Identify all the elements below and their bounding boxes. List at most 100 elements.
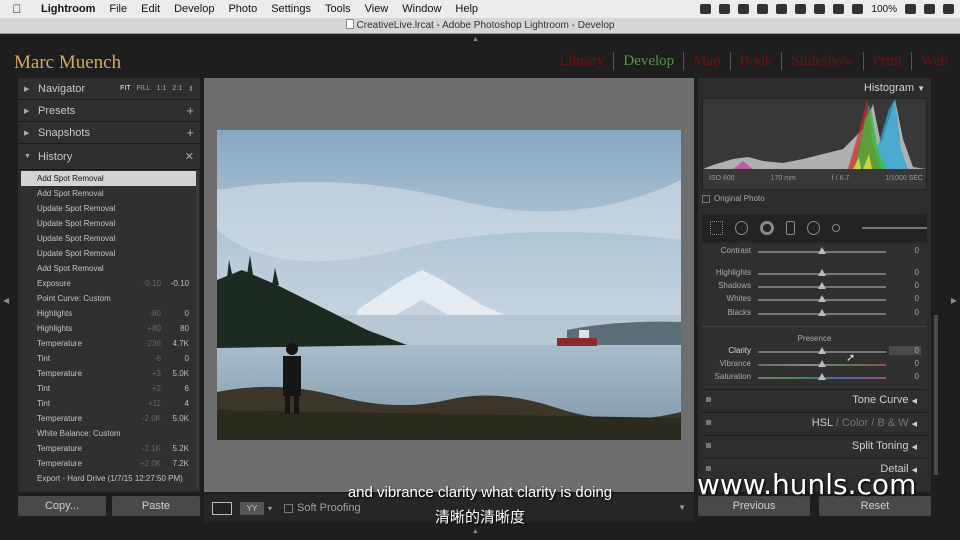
top-panel-toggle-icon[interactable]: ▲: [472, 36, 479, 43]
whites-slider[interactable]: [758, 295, 886, 302]
radial-filter-tool-icon[interactable]: [807, 221, 821, 235]
saturation-slider[interactable]: [758, 373, 886, 380]
search-icon[interactable]: [924, 4, 935, 14]
add-preset-icon[interactable]: +: [186, 103, 194, 118]
menu-file[interactable]: File: [102, 3, 134, 15]
history-item[interactable]: Temperature -236 4.7K: [21, 336, 197, 351]
volume-icon[interactable]: [852, 4, 864, 14]
left-panel-toggle-icon[interactable]: ◀: [3, 296, 9, 305]
spot-removal-tool-icon[interactable]: [735, 221, 749, 235]
menu-app[interactable]: Lightroom: [34, 3, 102, 15]
hsl-header[interactable]: HSL / Color / B & W ◀: [702, 412, 927, 432]
highlights-slider[interactable]: [758, 269, 886, 276]
blacks-slider-knob[interactable]: [818, 309, 826, 316]
history-item[interactable]: Temperature -2.1K 5.2K: [21, 441, 197, 456]
tool-amount-slider[interactable]: [861, 227, 927, 229]
whites-slider-knob[interactable]: [818, 295, 826, 302]
history-item[interactable]: Temperature -2.0K 5.0K: [21, 411, 197, 426]
panel-switch-icon[interactable]: [706, 397, 711, 402]
wifi-icon[interactable]: [833, 4, 845, 14]
menu-settings[interactable]: Settings: [264, 3, 318, 15]
menu-window[interactable]: Window: [395, 3, 448, 15]
hsl-tab[interactable]: HSL: [812, 417, 833, 429]
saturation-slider-knob[interactable]: [818, 373, 826, 380]
contrast-slider[interactable]: [758, 247, 886, 254]
screen-icon[interactable]: [757, 4, 769, 14]
history-item[interactable]: Highlights +80 80: [21, 321, 197, 336]
crop-tool-icon[interactable]: [710, 221, 724, 235]
adjustment-brush-tool-icon[interactable]: [832, 224, 840, 232]
zoom-fit[interactable]: FIT: [120, 85, 131, 92]
zoom-menu-icon[interactable]: ⇕: [188, 85, 194, 93]
menu-tools[interactable]: Tools: [318, 3, 358, 15]
evernote-icon[interactable]: [719, 4, 731, 14]
highlights-slider-knob[interactable]: [818, 269, 826, 276]
module-map[interactable]: Map: [684, 52, 731, 70]
drive-icon[interactable]: [738, 4, 750, 14]
menu-help[interactable]: Help: [448, 3, 485, 15]
clarity-value[interactable]: 0: [889, 346, 921, 355]
dropbox-icon[interactable]: [700, 4, 712, 14]
filmstrip-toggle-icon[interactable]: ▲: [472, 528, 479, 535]
histogram-header[interactable]: Histogram ▼: [698, 78, 931, 98]
menu-edit[interactable]: Edit: [134, 3, 167, 15]
navigator-header[interactable]: ▶ Navigator FIT FILL 1:1 2:1 ⇕: [18, 78, 200, 100]
module-web[interactable]: Web: [912, 52, 948, 70]
module-print[interactable]: Print: [864, 52, 912, 70]
vibrance-slider-knob[interactable]: [818, 360, 826, 367]
history-item[interactable]: Update Spot Removal: [21, 201, 197, 216]
graduated-filter-tool-icon[interactable]: [785, 221, 796, 235]
bw-tab[interactable]: B & W: [877, 417, 908, 429]
photo-preview[interactable]: [217, 130, 681, 440]
contrast-slider-knob[interactable]: [818, 247, 826, 254]
history-item[interactable]: White Balance: Custom: [21, 426, 197, 441]
zoom-2-1[interactable]: 2:1: [172, 85, 182, 92]
history-item[interactable]: Add Spot Removal: [21, 186, 197, 201]
original-photo-checkbox[interactable]: [702, 194, 710, 203]
add-snapshot-icon[interactable]: +: [186, 125, 194, 140]
history-item[interactable]: Update Spot Removal: [21, 216, 197, 231]
presets-header[interactable]: ▶ Presets +: [18, 100, 200, 122]
saturation-value[interactable]: 0: [915, 372, 919, 381]
contrast-value[interactable]: 0: [915, 246, 919, 255]
blacks-value[interactable]: 0: [915, 308, 919, 317]
shadows-slider-knob[interactable]: [818, 282, 826, 289]
clear-history-icon[interactable]: ✕: [185, 150, 194, 163]
panel-switch-icon[interactable]: [706, 443, 711, 448]
history-item[interactable]: Highlights -80 0: [21, 306, 197, 321]
module-develop[interactable]: Develop: [614, 52, 685, 70]
history-item[interactable]: Exposure -0.10 -0.10: [21, 276, 197, 291]
clarity-slider-knob[interactable]: [818, 347, 826, 354]
menu-develop[interactable]: Develop: [167, 3, 221, 15]
highlights-value[interactable]: 0: [915, 268, 919, 277]
zoom-1-1[interactable]: 1:1: [157, 85, 167, 92]
history-item[interactable]: Temperature +3 5.0K: [21, 366, 197, 381]
snapshots-header[interactable]: ▶ Snapshots +: [18, 122, 200, 144]
history-item[interactable]: Tint -6 0: [21, 351, 197, 366]
battery-percent[interactable]: 100%: [871, 4, 897, 15]
menu-view[interactable]: View: [358, 3, 396, 15]
bluetooth-icon[interactable]: [814, 4, 826, 14]
histogram[interactable]: ISO 800 170 mm f / 6.7 1/1000 SEC: [702, 98, 927, 190]
zoom-fill[interactable]: FILL: [137, 85, 151, 92]
module-library[interactable]: Library: [550, 52, 615, 70]
battery-icon[interactable]: [905, 4, 916, 14]
history-header[interactable]: ▼ History ✕: [18, 144, 200, 170]
original-photo-row[interactable]: Original Photo: [702, 194, 765, 203]
whites-value[interactable]: 0: [915, 294, 919, 303]
red-eye-tool-icon[interactable]: [760, 221, 774, 235]
panel-switch-icon[interactable]: [706, 420, 711, 425]
history-item[interactable]: Update Spot Removal: [21, 231, 197, 246]
split-toning-header[interactable]: Split Toning ◀: [702, 435, 927, 455]
clarity-slider[interactable]: [758, 347, 886, 354]
color-tab[interactable]: Color: [842, 417, 868, 429]
module-book[interactable]: Book: [731, 52, 783, 70]
history-item[interactable]: Update Spot Removal: [21, 246, 197, 261]
apple-icon[interactable]: : [0, 2, 34, 16]
history-scrollbar[interactable]: [196, 170, 199, 490]
tone-curve-header[interactable]: Tone Curve ◀: [702, 389, 927, 409]
history-item[interactable]: Tint +2 6: [21, 381, 197, 396]
blacks-slider[interactable]: [758, 309, 886, 316]
key-icon[interactable]: [776, 4, 788, 14]
shadows-slider[interactable]: [758, 282, 886, 289]
